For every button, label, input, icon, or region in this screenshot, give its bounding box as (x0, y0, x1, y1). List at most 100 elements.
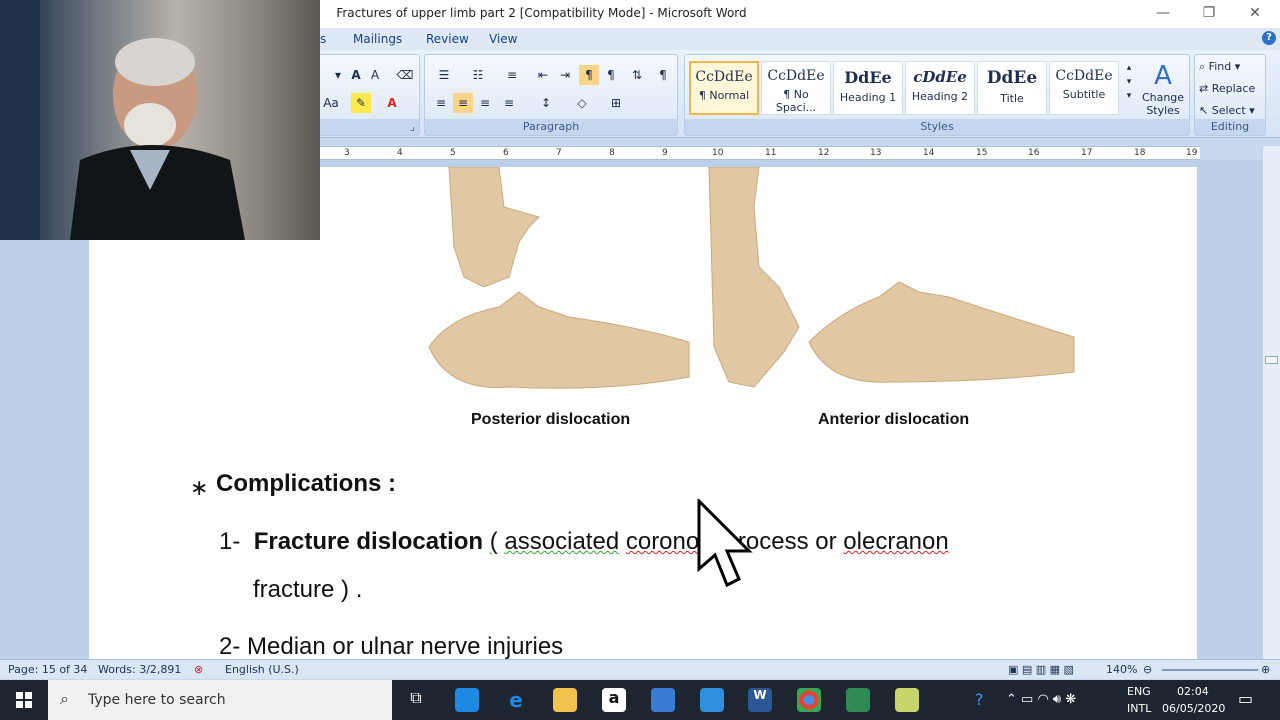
style-preview: DdEe (986, 68, 1038, 88)
styles-scroll[interactable]: ▴ ▾ ▾ (1123, 61, 1135, 115)
rtl-icon[interactable]: ¶ (579, 65, 599, 85)
ruler-tick: 8 (609, 148, 615, 158)
line-spacing-icon[interactable]: ↕ (533, 93, 559, 113)
scrollbar-thumb[interactable] (1265, 356, 1278, 364)
style-no-spacing[interactable]: CcDdEe ¶ No Spaci... (761, 61, 831, 115)
styles-icon: A (1154, 61, 1172, 91)
notifications-icon[interactable]: ▭ (1238, 689, 1253, 708)
style-heading1[interactable]: DdEe Heading 1 (833, 61, 903, 115)
search-icon: ⌕ (60, 689, 69, 708)
tab-partial[interactable]: s (320, 32, 326, 46)
sort-icon[interactable]: ⇅ (627, 65, 647, 85)
show-marks-icon[interactable]: ¶ (653, 65, 673, 85)
edge-icon[interactable]: e (504, 688, 528, 712)
tray-chevron-icon[interactable]: ⌃ ▭ ◠ 🔊︎ ❋ (1006, 692, 1076, 707)
tab-view[interactable]: View (489, 32, 517, 46)
app-icon[interactable] (455, 688, 479, 712)
paragraph-group-label: Paragraph (425, 119, 677, 135)
clock-time[interactable]: 02:04 (1177, 685, 1209, 698)
align-right-icon[interactable]: ≡ (475, 93, 495, 113)
word-icon[interactable]: W (748, 688, 772, 712)
align-center-icon[interactable]: ≡ (453, 93, 473, 113)
numbering-icon[interactable]: ☷ (465, 65, 491, 85)
zoom-slider[interactable] (1162, 669, 1258, 671)
mail-icon[interactable] (700, 688, 724, 712)
humerus-anterior (708, 167, 800, 388)
task-view-icon[interactable]: ⧉ (404, 688, 428, 712)
document-page[interactable]: Posterior dislocation Anterior dislocati… (89, 167, 1197, 660)
style-normal[interactable]: CcDdEe ¶ Normal (689, 61, 759, 115)
select-button[interactable]: ↖ Select ▾ (1199, 101, 1263, 121)
style-title[interactable]: DdEe Title (977, 61, 1047, 115)
ruler-tick: 7 (556, 148, 562, 158)
change-case-button[interactable]: Aa (321, 93, 341, 113)
file-explorer-icon[interactable] (553, 688, 577, 712)
replace-icon: ⇄ (1199, 82, 1212, 95)
caption-anterior: Anterior dislocation (818, 411, 970, 428)
lang-indicator[interactable]: ENG (1127, 685, 1151, 698)
tab-review[interactable]: Review (426, 32, 469, 46)
shrink-font-button[interactable]: A (367, 65, 383, 85)
borders-icon[interactable]: ⊞ (603, 93, 629, 113)
webcam-overlay (0, 0, 320, 240)
highlight-icon[interactable]: ✎ (351, 93, 371, 113)
style-subtitle[interactable]: CcDdEe Subtitle (1049, 61, 1119, 115)
ltr-icon[interactable]: ¶ (601, 65, 621, 85)
shading-icon[interactable]: ◇ (569, 93, 595, 113)
view-buttons[interactable]: ▣ ▤ ▥ ▦ ▧ (1008, 663, 1074, 676)
change-styles-button[interactable]: A Change Styles (1139, 61, 1187, 117)
taskbar-search[interactable]: ⌕ Type here to search (48, 680, 392, 720)
font-color-icon[interactable]: A (383, 93, 401, 113)
clock-date[interactable]: 06/05/2020 (1162, 702, 1225, 715)
zoom-out-icon[interactable]: ⊖ (1143, 663, 1152, 676)
replace-button[interactable]: ⇄ Replace (1199, 79, 1263, 99)
style-heading2[interactable]: cDdEe Heading 2 (905, 61, 975, 115)
list-item-2: 2- Median or ulnar nerve injuries (219, 633, 564, 660)
zoom-level[interactable]: 140% (1106, 663, 1137, 676)
horizontal-ruler[interactable]: 3 4 5 6 7 8 9 10 11 12 13 14 15 16 17 18… (320, 146, 1200, 160)
bullets-icon[interactable]: ☰ (431, 65, 457, 85)
find-label: Find (1208, 60, 1232, 73)
store-icon[interactable] (651, 688, 675, 712)
folder-icon[interactable] (895, 688, 919, 712)
style-name: Heading 1 (839, 91, 897, 104)
restore-button[interactable]: ❐ (1186, 0, 1232, 28)
ruler-tick: 6 (503, 148, 509, 158)
windows-icon (16, 692, 32, 708)
help-icon[interactable]: ? (1262, 31, 1276, 45)
layout-indicator[interactable]: INTL (1127, 702, 1151, 715)
grow-font-button[interactable]: A (347, 65, 365, 85)
find-button[interactable]: ⌕ Find ▾ (1199, 57, 1263, 77)
open-paren: ( (489, 528, 498, 555)
page-counter[interactable]: Page: 15 of 34 (8, 663, 87, 676)
clear-format-icon[interactable]: ⌫ (395, 65, 415, 85)
ruler-tick: 15 (976, 148, 988, 158)
ruler-tick: 11 (765, 148, 777, 158)
multilevel-icon[interactable]: ≡ (499, 65, 525, 85)
close-button[interactable]: ✕ (1232, 0, 1278, 28)
item-number: 1- (219, 528, 241, 555)
change-styles-label: Change Styles (1141, 91, 1185, 117)
chrome-icon[interactable] (797, 688, 821, 712)
font-size-dropdown[interactable]: ▾ (331, 65, 345, 85)
minimize-button[interactable]: — (1140, 0, 1186, 28)
proofing-icon[interactable]: ⊗ (194, 663, 203, 676)
align-left-icon[interactable]: ≡ (431, 93, 451, 113)
help-tray-icon[interactable]: ? (975, 690, 984, 709)
increase-indent-icon[interactable]: ⇥ (555, 65, 575, 85)
justify-icon[interactable]: ≡ (499, 93, 519, 113)
item-bold-text: Fracture dislocation (253, 528, 484, 555)
decrease-indent-icon[interactable]: ⇤ (533, 65, 553, 85)
start-button[interactable] (0, 680, 48, 720)
camtasia-icon[interactable] (846, 688, 870, 712)
tab-mailings[interactable]: Mailings (353, 32, 402, 46)
font-group-launcher[interactable]: ⌟ (319, 119, 419, 135)
amazon-icon[interactable]: a (602, 688, 626, 712)
vertical-scrollbar[interactable] (1262, 146, 1280, 659)
presenter-video (0, 0, 245, 240)
zoom-in-icon[interactable]: ⊕ (1261, 663, 1270, 676)
ruler-tick: 9 (662, 148, 668, 158)
word-count[interactable]: Words: 3/2,891 (98, 663, 181, 676)
language-indicator[interactable]: English (U.S.) (225, 663, 299, 676)
list-item-1: 1- Fracture dislocation ( associated cor… (219, 528, 949, 556)
